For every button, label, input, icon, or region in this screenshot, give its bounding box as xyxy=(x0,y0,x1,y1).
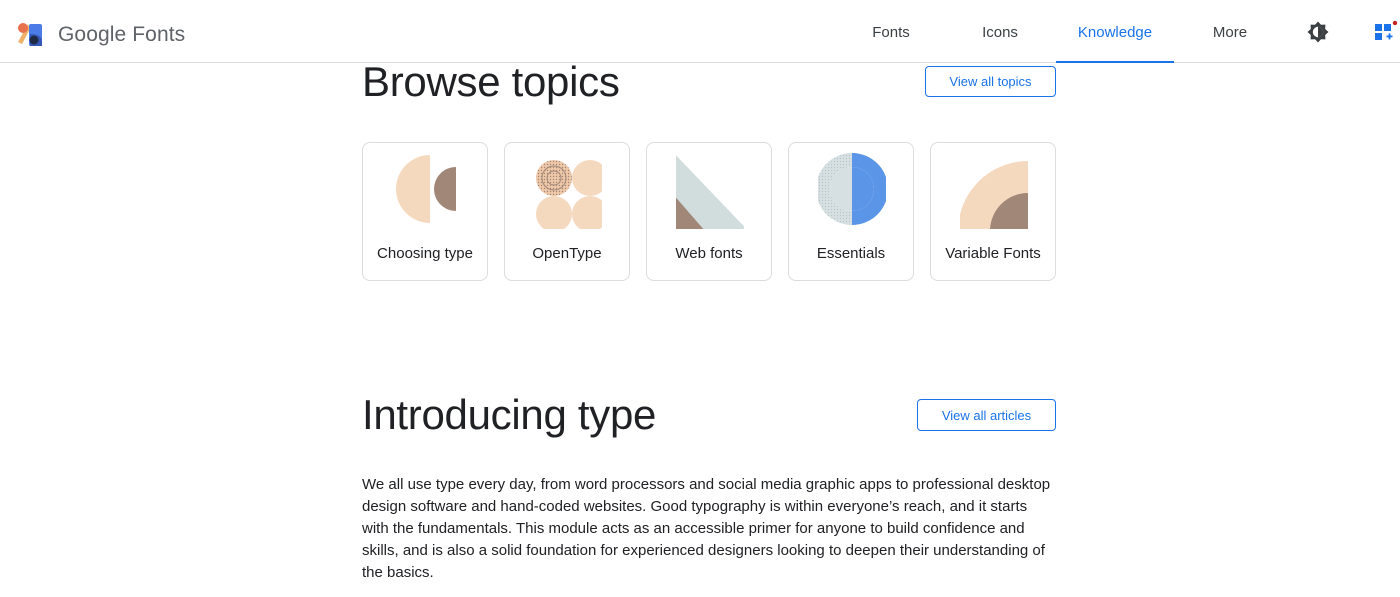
essentials-art-icon xyxy=(818,151,886,229)
google-fonts-logo-icon xyxy=(18,23,42,46)
nav-knowledge[interactable]: Knowledge xyxy=(1056,0,1174,63)
topic-card-opentype[interactable]: OpenType xyxy=(504,142,630,281)
nav-more[interactable]: More xyxy=(1194,0,1266,63)
nav-fonts[interactable]: Fonts xyxy=(852,0,930,63)
topic-card-web-fonts[interactable]: Web fonts xyxy=(646,142,772,281)
opentype-art-icon xyxy=(534,151,602,229)
intro-paragraph: We all use type every day, from word pro… xyxy=(362,476,1051,581)
brand-link[interactable]: Google Fonts xyxy=(16,20,185,50)
font-selection-grid-icon xyxy=(1375,20,1398,40)
introducing-type-title: Introducing type xyxy=(362,391,657,438)
choosing-type-art-icon xyxy=(392,151,460,229)
brightness-icon xyxy=(1307,21,1329,43)
topic-card-essentials[interactable]: Essentials xyxy=(788,142,914,281)
topic-label: Variable Fonts xyxy=(945,245,1041,262)
nav-icons[interactable]: Icons xyxy=(962,0,1038,63)
topic-card-choosing-type[interactable]: Choosing type xyxy=(362,142,488,281)
view-all-topics-button[interactable]: View all topics xyxy=(925,66,1056,97)
web-fonts-art-icon xyxy=(676,151,744,229)
top-app-bar: Google Fonts Fonts Icons Knowledge More xyxy=(0,0,1400,63)
topic-card-variable-fonts[interactable]: Variable Fonts xyxy=(930,142,1056,281)
topic-label: Web fonts xyxy=(675,245,743,262)
topic-label: Choosing type xyxy=(377,245,473,262)
theme-toggle-button[interactable] xyxy=(1306,20,1330,44)
browse-topics-title: Browse topics xyxy=(362,58,620,105)
topic-label: Essentials xyxy=(816,245,886,262)
variable-fonts-art-icon xyxy=(960,151,1028,229)
view-all-articles-button[interactable]: View all articles xyxy=(917,399,1056,431)
brand-name: Google Fonts xyxy=(58,23,186,46)
font-selection-button[interactable] xyxy=(1373,20,1398,44)
topic-label: OpenType xyxy=(532,245,602,262)
